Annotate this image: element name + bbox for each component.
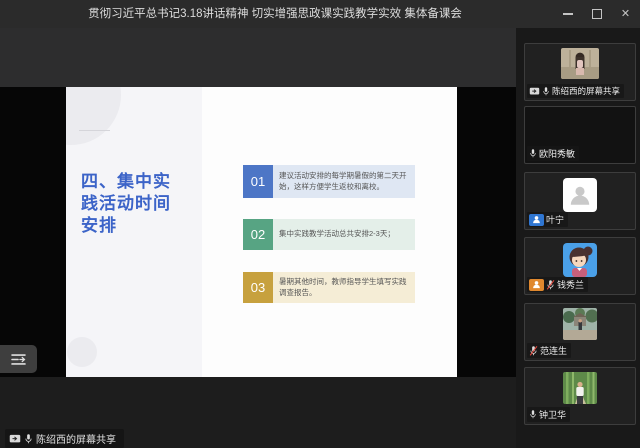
mic-icon bbox=[542, 86, 550, 97]
participant-tile-chenshaoxi[interactable]: 陈绍西的屏幕共享 bbox=[524, 43, 636, 101]
screen-share-icon bbox=[9, 434, 21, 444]
toolbar-toggle-icon bbox=[10, 353, 27, 366]
participant-label: 叶宁 bbox=[527, 212, 568, 227]
participant-tile-qianxiulan[interactable]: 钱秀兰 bbox=[524, 237, 636, 295]
mic-icon bbox=[529, 409, 537, 420]
participant-tile-zhongweihua[interactable]: 钟卫华 bbox=[524, 367, 636, 425]
participant-label: 范连生 bbox=[527, 343, 571, 358]
participant-label: 陈绍西的屏幕共享 bbox=[527, 84, 624, 98]
minimize-button[interactable] bbox=[553, 0, 582, 28]
title-bar: 贯彻习近平总书记3.18讲话精神 切实增强思政课实践教学实效 集体备课会 ✕ bbox=[0, 0, 640, 28]
slide-item-number: 03 bbox=[243, 272, 273, 303]
slide-title: 四、集中实 践活动时间 安排 bbox=[81, 171, 171, 237]
decorative-line bbox=[79, 130, 110, 131]
presentation-slide: 四、集中实 践活动时间 安排 01 建议活动安排的每学期暑假的第二天开始，这样方… bbox=[66, 87, 457, 377]
mic-icon bbox=[529, 148, 537, 159]
participant-tile-yening[interactable]: 叶宁 bbox=[524, 172, 636, 230]
slide-item-3: 03 暑期其他时间，教师指导学生填写实践调查报告。 bbox=[243, 272, 415, 303]
participant-video bbox=[561, 48, 599, 79]
participant-avatar bbox=[563, 243, 597, 277]
maximize-icon bbox=[592, 9, 602, 19]
participant-name: 欧阳秀敏 bbox=[539, 147, 575, 160]
participant-name: 钱秀兰 bbox=[557, 278, 584, 291]
decorative-circle-small bbox=[67, 337, 97, 367]
participant-label: 钟卫华 bbox=[527, 407, 570, 422]
screen-share-icon bbox=[529, 87, 540, 96]
minimize-icon bbox=[563, 13, 573, 15]
slide-item-1: 01 建议活动安排的每学期暑假的第二天开始，这样方便学生返校和离校。 bbox=[243, 165, 415, 198]
cartoon-girl-avatar bbox=[563, 243, 597, 277]
participant-name: 范连生 bbox=[540, 344, 567, 357]
screen-share-banner: 陈绍西的屏幕共享 bbox=[5, 429, 124, 448]
participant-name: 陈绍西的屏幕共享 bbox=[552, 85, 620, 97]
participant-avatar bbox=[563, 178, 597, 212]
window-title: 贯彻习近平总书记3.18讲话精神 切实增强思政课实践教学实效 集体备课会 bbox=[0, 0, 550, 28]
slide-item-2: 02 集中实践教学活动总共安排2-3天； bbox=[243, 219, 415, 250]
slide-item-text: 暑期其他时间，教师指导学生填写实践调查报告。 bbox=[273, 272, 415, 303]
slide-title-line: 四、集中实 bbox=[81, 171, 171, 193]
mic-muted-icon bbox=[546, 279, 555, 291]
participants-sidebar: 陈绍西的屏幕共享 欧阳秀敏 bbox=[516, 28, 640, 448]
mic-muted-icon bbox=[529, 345, 538, 357]
participant-name: 叶宁 bbox=[546, 213, 564, 226]
participant-tile-ouyangxiumin[interactable]: 欧阳秀敏 bbox=[524, 106, 636, 164]
shared-screen-area: 四、集中实 践活动时间 安排 01 建议活动安排的每学期暑假的第二天开始，这样方… bbox=[0, 28, 516, 448]
screen-share-banner-label: 陈绍西的屏幕共享 bbox=[36, 431, 116, 446]
close-button[interactable]: ✕ bbox=[611, 0, 640, 28]
participant-avatar bbox=[563, 372, 597, 404]
screen-backdrop-top bbox=[0, 28, 516, 87]
window-controls: ✕ bbox=[553, 0, 640, 28]
close-icon: ✕ bbox=[621, 9, 630, 20]
participant-label: 欧阳秀敏 bbox=[527, 146, 579, 161]
slide-title-line: 践活动时间 bbox=[81, 193, 171, 215]
slide-item-number: 01 bbox=[243, 165, 273, 198]
person-badge-blue-icon bbox=[529, 214, 544, 226]
person-placeholder-icon bbox=[567, 182, 593, 208]
maximize-button[interactable] bbox=[582, 0, 611, 28]
participant-label: 钱秀兰 bbox=[527, 277, 588, 292]
participant-avatar bbox=[563, 308, 597, 340]
annotation-toolbar-toggle[interactable] bbox=[0, 345, 37, 373]
slide-item-text: 建议活动安排的每学期暑假的第二天开始，这样方便学生返校和离校。 bbox=[273, 165, 415, 198]
person-badge-orange-icon bbox=[529, 279, 544, 291]
slide-title-line: 安排 bbox=[81, 215, 171, 237]
mic-icon bbox=[24, 433, 33, 445]
participant-tile-fanliansheng[interactable]: 范连生 bbox=[524, 303, 636, 361]
participant-name: 钟卫华 bbox=[539, 408, 566, 421]
slide-item-number: 02 bbox=[243, 219, 273, 250]
slide-item-text: 集中实践教学活动总共安排2-3天； bbox=[273, 219, 415, 250]
